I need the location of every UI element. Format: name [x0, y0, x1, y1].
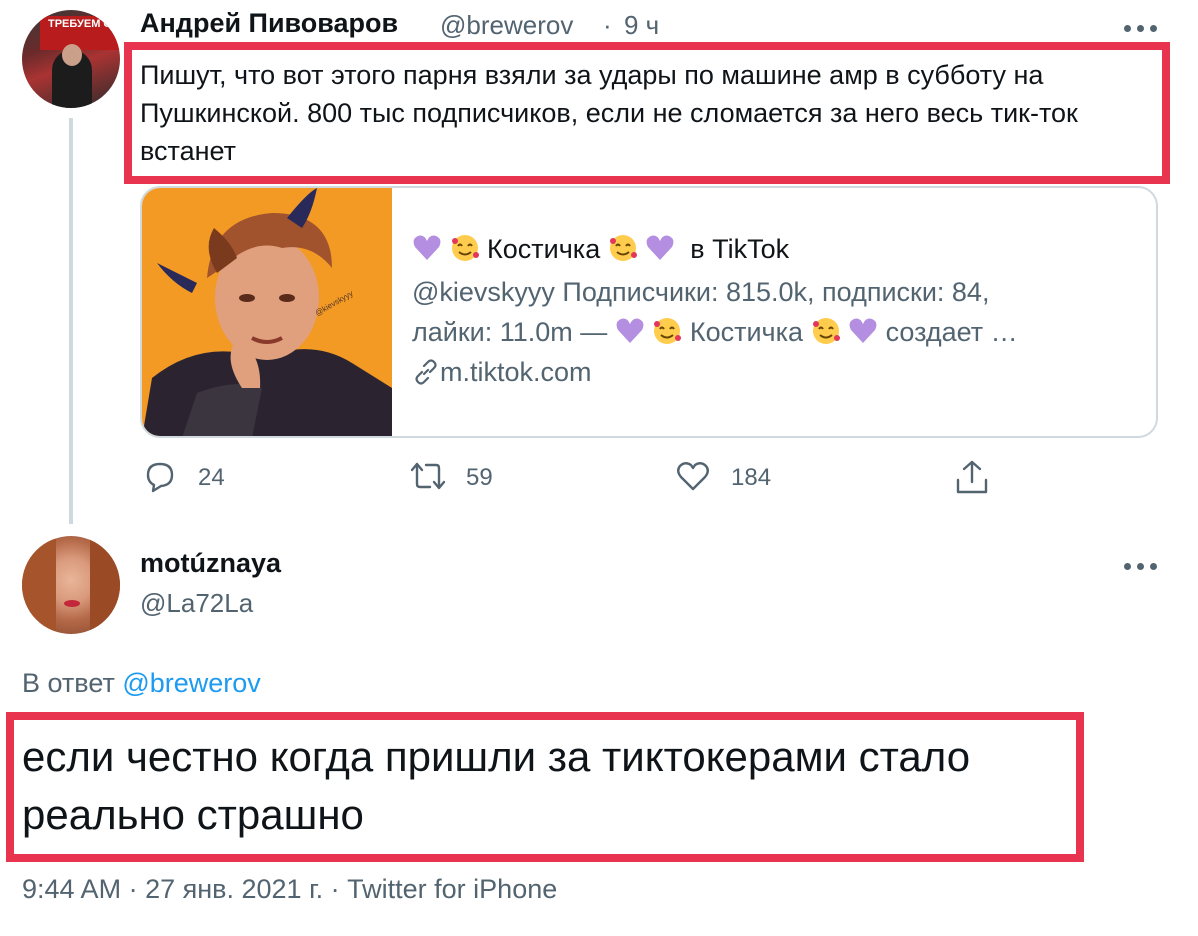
tweet-timestamp: 9:44 AM · 27 янв. 2021 г. · Twitter for … — [22, 874, 558, 904]
smiling-face-with-hearts-icon — [654, 318, 682, 344]
tweet-source[interactable]: Twitter for iPhone — [347, 874, 557, 904]
author-name[interactable]: Андрей Пивоваров — [140, 8, 398, 39]
card-domain: m.tiktok.com — [412, 352, 1142, 392]
like-count: 184 — [731, 464, 772, 491]
more-icon[interactable] — [1124, 23, 1158, 33]
smiling-face-with-hearts-icon — [451, 235, 479, 261]
tweet-time[interactable]: 9 ч — [624, 10, 659, 41]
tweet-date[interactable]: 27 янв. 2021 г. — [145, 874, 323, 904]
smiling-face-with-hearts-icon — [609, 235, 637, 261]
author-avatar[interactable]: ТРЕБУЕМ СВОБОДЫ — [22, 10, 120, 108]
link-icon — [415, 359, 437, 385]
author-name[interactable]: motúznaya — [140, 548, 281, 579]
author-handle[interactable]: @La72La — [140, 588, 253, 619]
link-card[interactable]: @kievskyyy Костичка в TikTok @kievskyyy … — [140, 186, 1158, 438]
card-title: Костичка в TikTok — [412, 228, 1142, 270]
retweet-icon — [410, 462, 446, 490]
author-avatar[interactable] — [22, 536, 120, 634]
purple-heart-icon — [849, 318, 877, 343]
more-icon[interactable] — [1124, 561, 1158, 571]
svg-text:@kievskyyy: @kievskyyy — [314, 289, 355, 318]
like-icon — [677, 462, 709, 491]
meta-separator: · — [603, 10, 612, 40]
card-description: @kievskyyy Подписчики: 815.0k, подписки:… — [412, 277, 1018, 347]
author-handle[interactable]: @brewerov — [440, 10, 573, 41]
purple-heart-icon — [616, 318, 644, 343]
tiktok-avatar-illustration: @kievskyyy — [142, 188, 392, 436]
reply-icon — [146, 462, 174, 493]
tweet-text: если честно когда пришли за тиктокерами … — [22, 733, 971, 838]
thread-line — [69, 118, 73, 524]
tweet-time[interactable]: 9:44 AM — [22, 874, 121, 904]
tweet-text: Пишут, что вот этого парня взяли за удар… — [140, 60, 1078, 166]
card-image: @kievskyyy — [142, 188, 392, 436]
share-icon — [956, 460, 988, 494]
avatar-protest-sign: ТРЕБУЕМ СВОБОДЫ — [40, 16, 120, 50]
purple-heart-icon — [646, 235, 674, 260]
reply-count: 24 — [198, 464, 225, 491]
retweet-count: 59 — [466, 464, 493, 491]
smiling-face-with-hearts-icon — [812, 318, 840, 344]
purple-heart-icon — [413, 235, 441, 260]
reply-mention-link[interactable]: @brewerov — [122, 668, 260, 698]
reply-context: В ответ @brewerov — [22, 668, 261, 698]
